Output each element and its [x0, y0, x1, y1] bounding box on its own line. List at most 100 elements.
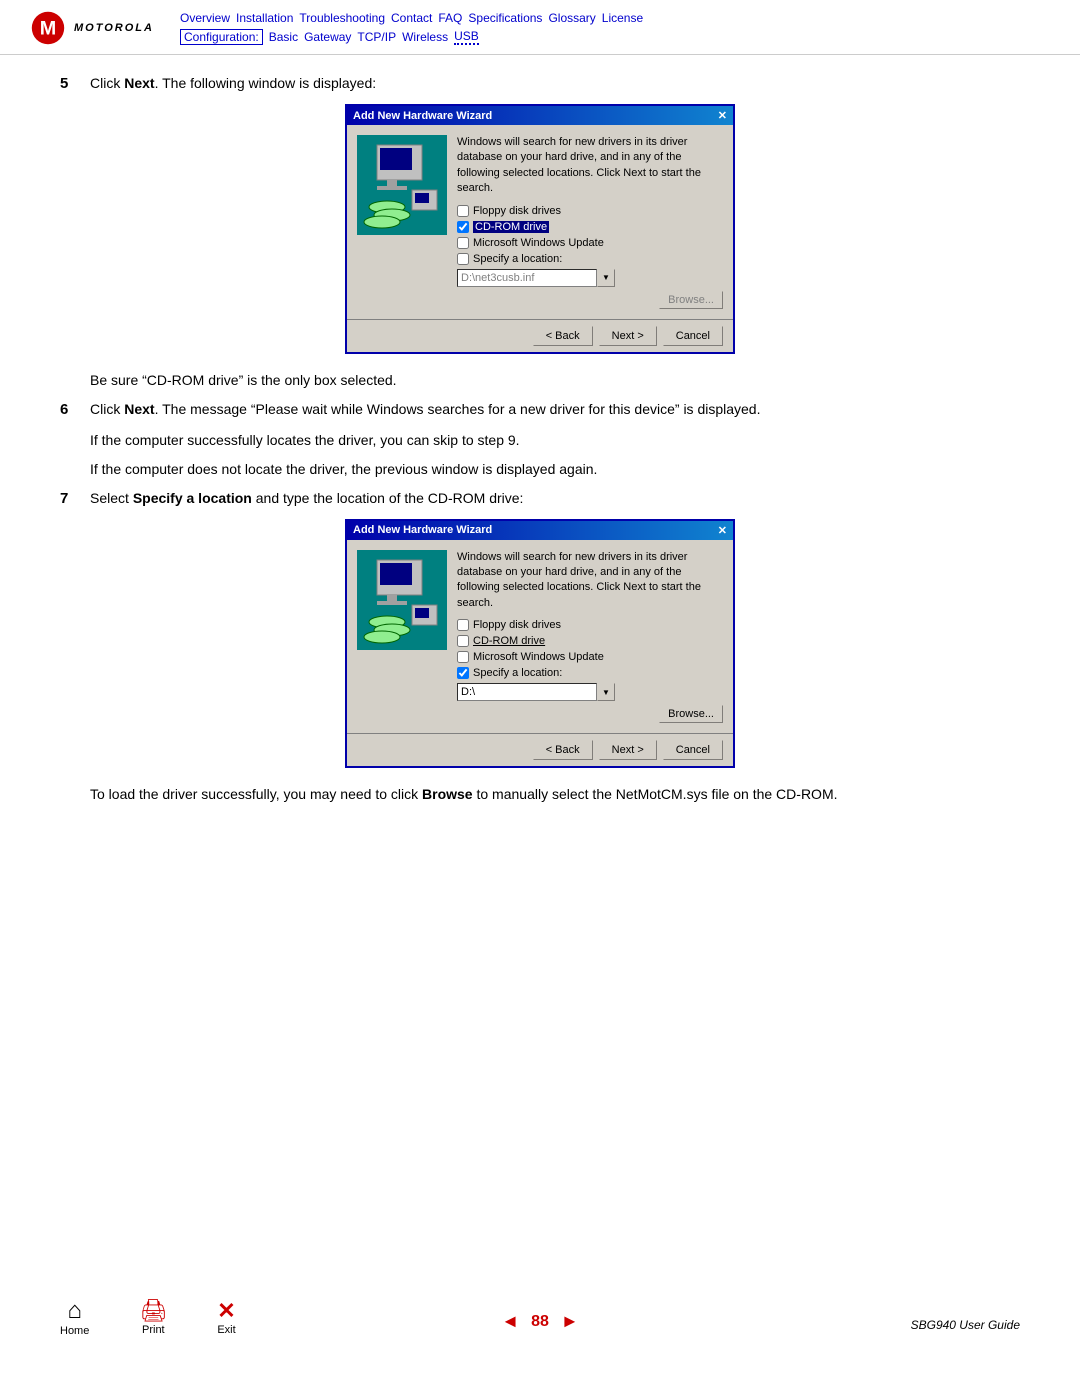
- step-5-number: 5: [60, 75, 80, 92]
- nav-wireless[interactable]: Wireless: [402, 30, 448, 44]
- page-header: M MOTOROLA Overview Installation Trouble…: [0, 0, 1080, 55]
- nav-troubleshooting[interactable]: Troubleshooting: [299, 11, 385, 25]
- dialog-1-cancel-button[interactable]: Cancel: [663, 326, 723, 346]
- nav-gateway[interactable]: Gateway: [304, 30, 351, 44]
- dialog-2-body: Windows will search for new drivers in i…: [347, 540, 733, 734]
- specify-checkbox-1[interactable]: [457, 253, 469, 265]
- page-number: 88: [531, 1313, 549, 1331]
- dialog-2-browse-button[interactable]: Browse...: [659, 705, 723, 723]
- home-button[interactable]: ⌂ Home: [60, 1297, 89, 1337]
- dialog-1-path-input[interactable]: [457, 269, 597, 287]
- step-6-row: 6 Click Next. The message “Please wait w…: [60, 401, 1020, 418]
- winupdate-checkbox-1[interactable]: [457, 237, 469, 249]
- winupdate-label-1: Microsoft Windows Update: [473, 237, 604, 249]
- dialog-1-container: Add New Hardware Wizard ✕: [60, 104, 1020, 354]
- dialog-2-back-button[interactable]: < Back: [533, 740, 593, 760]
- exit-button[interactable]: ✕ Exit: [217, 1298, 235, 1336]
- nav-overview[interactable]: Overview: [180, 11, 230, 25]
- exit-label: Exit: [217, 1324, 235, 1336]
- nav-license[interactable]: License: [602, 11, 643, 25]
- dialog-2-desc: Windows will search for new drivers in i…: [457, 550, 723, 612]
- dialog-1-checkbox-cdrom: CD-ROM drive: [457, 221, 723, 233]
- winupdate-label-2: Microsoft Windows Update: [473, 651, 604, 663]
- step-6-number: 6: [60, 401, 80, 418]
- dialog-2-checkbox-specify: Specify a location:: [457, 667, 723, 679]
- step-5-row: 5 Click Next. The following window is di…: [60, 75, 1020, 92]
- dialog-1-checkbox-specify: Specify a location:: [457, 253, 723, 265]
- dialog-1-body: Windows will search for new drivers in i…: [347, 125, 733, 319]
- nav-usb[interactable]: USB: [454, 29, 479, 45]
- cdrom-label-1: CD-ROM drive: [473, 221, 549, 233]
- svg-text:M: M: [40, 17, 56, 39]
- wizard-image-2: [357, 550, 447, 650]
- dialog-1-back-button[interactable]: < Back: [533, 326, 593, 346]
- dialog-1-next-button[interactable]: Next >: [599, 326, 657, 346]
- wizard-illustration-1: [357, 135, 447, 235]
- nav-specifications[interactable]: Specifications: [468, 11, 542, 25]
- dialog-2-checkbox-floppy: Floppy disk drives: [457, 619, 723, 631]
- dialog-2: Add New Hardware Wizard ✕: [345, 519, 735, 769]
- winupdate-checkbox-2[interactable]: [457, 651, 469, 663]
- dialog-1-close-icon[interactable]: ✕: [718, 109, 727, 122]
- step-6-note-2: If the computer does not locate the driv…: [90, 459, 1020, 480]
- dialog-1-content: Windows will search for new drivers in i…: [457, 135, 723, 309]
- nav-installation[interactable]: Installation: [236, 11, 293, 25]
- guide-text: SBG940 User Guide: [911, 1318, 1020, 1332]
- dialog-2-cancel-button[interactable]: Cancel: [663, 740, 723, 760]
- dialog-2-next-button[interactable]: Next >: [599, 740, 657, 760]
- step-6-note-1: If the computer successfully locates the…: [90, 430, 1020, 451]
- nav-sub-row: Configuration: Basic Gateway TCP/IP Wire…: [180, 29, 643, 45]
- home-label: Home: [60, 1325, 89, 1337]
- dialog-1-footer: < Back Next > Cancel: [347, 319, 733, 352]
- dialog-2-checkbox-winupdate: Microsoft Windows Update: [457, 651, 723, 663]
- nav-glossary[interactable]: Glossary: [548, 11, 595, 25]
- step-7-note: To load the driver successfully, you may…: [90, 784, 1020, 805]
- step-6-text: Click Next. The message “Please wait whi…: [90, 401, 760, 418]
- wizard-image-1: [357, 135, 447, 235]
- step-7-number: 7: [60, 490, 80, 507]
- dialog-2-checkbox-cdrom: CD-ROM drive: [457, 635, 723, 647]
- step-5-note: Be sure “CD-ROM drive” is the only box s…: [90, 370, 1020, 391]
- dialog-2-path-input[interactable]: [457, 683, 597, 701]
- specify-checkbox-2[interactable]: [457, 667, 469, 679]
- dialog-2-container: Add New Hardware Wizard ✕: [60, 519, 1020, 769]
- floppy-checkbox-1[interactable]: [457, 205, 469, 217]
- dialog-2-titlebar: Add New Hardware Wizard ✕: [347, 521, 733, 540]
- nav-main-row: Overview Installation Troubleshooting Co…: [180, 11, 643, 25]
- nav-basic[interactable]: Basic: [269, 30, 298, 44]
- specify-label-1: Specify a location:: [473, 253, 562, 265]
- dialog-1-input-row: ▼: [457, 269, 723, 287]
- dialog-2-close-icon[interactable]: ✕: [718, 524, 727, 537]
- wizard-illustration-2: [357, 550, 447, 650]
- dialog-2-dropdown-icon[interactable]: ▼: [597, 683, 615, 701]
- dialog-1-checkbox-floppy: Floppy disk drives: [457, 205, 723, 217]
- logo-area: M MOTOROLA: [30, 10, 160, 46]
- motorola-brand-text: MOTOROLA: [74, 22, 154, 34]
- print-button[interactable]: 🖨 Print: [139, 1298, 167, 1336]
- print-icon: 🖨: [139, 1298, 167, 1324]
- dialog-1-titlebar: Add New Hardware Wizard ✕: [347, 106, 733, 125]
- dialog-1-title: Add New Hardware Wizard: [353, 110, 492, 122]
- nav-faq[interactable]: FAQ: [438, 11, 462, 25]
- floppy-label-1: Floppy disk drives: [473, 205, 561, 217]
- nav-tcpip[interactable]: TCP/IP: [357, 30, 396, 44]
- step-5-text: Click Next. The following window is disp…: [90, 75, 376, 92]
- cdrom-label-2: CD-ROM drive: [473, 635, 545, 647]
- dialog-2-footer: < Back Next > Cancel: [347, 733, 733, 766]
- floppy-checkbox-2[interactable]: [457, 619, 469, 631]
- nav-contact[interactable]: Contact: [391, 11, 432, 25]
- dialog-1-browse-button[interactable]: Browse...: [659, 291, 723, 309]
- cdrom-checkbox-2[interactable]: [457, 635, 469, 647]
- nav-area: Overview Installation Troubleshooting Co…: [180, 11, 643, 45]
- step-7-row: 7 Select Specify a location and type the…: [60, 490, 1020, 507]
- next-page-button[interactable]: ►: [561, 1311, 579, 1332]
- specify-label-2: Specify a location:: [473, 667, 562, 679]
- nav-config-label: Configuration:: [180, 29, 263, 45]
- dialog-2-content: Windows will search for new drivers in i…: [457, 550, 723, 724]
- cdrom-checkbox-1[interactable]: [457, 221, 469, 233]
- dialog-1: Add New Hardware Wizard ✕: [345, 104, 735, 354]
- dialog-1-dropdown-icon[interactable]: ▼: [597, 269, 615, 287]
- dialog-1-desc: Windows will search for new drivers in i…: [457, 135, 723, 197]
- prev-page-button[interactable]: ◄: [501, 1311, 519, 1332]
- step-7-text: Select Specify a location and type the l…: [90, 490, 523, 507]
